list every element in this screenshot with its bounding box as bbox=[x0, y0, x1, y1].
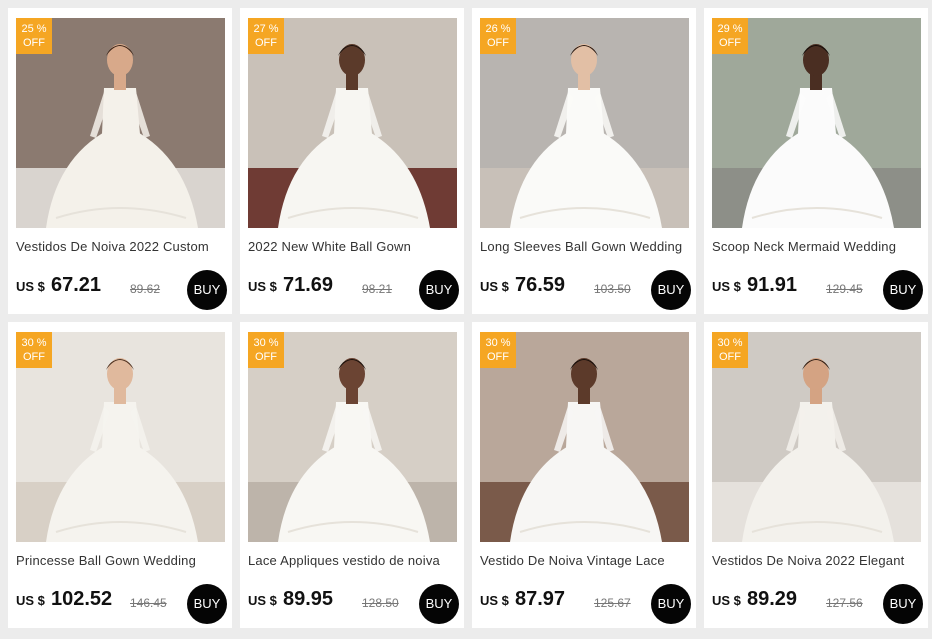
price-row: US $ 71.69 98.21 BUY bbox=[248, 270, 459, 310]
sale-price: 71.69 bbox=[283, 274, 334, 296]
product-title[interactable]: Long Sleeves Ball Gown Wedding bbox=[480, 239, 692, 254]
discount-badge: 30 % OFF bbox=[480, 332, 516, 368]
sale-price: 89.95 bbox=[283, 588, 334, 610]
price-row: US $ 102.52 146.45 BUY bbox=[16, 584, 227, 624]
discount-badge: 30 % OFF bbox=[712, 332, 748, 368]
price-row: US $ 91.91 129.45 BUY bbox=[712, 270, 923, 310]
discount-badge: 27 % OFF bbox=[248, 18, 284, 54]
discount-badge: 30 % OFF bbox=[16, 332, 52, 368]
product-grid: 25 % OFF Vestidos De Noiva 2022 Custom US $… bbox=[6, 6, 930, 636]
product-image[interactable]: 26 % OFF bbox=[480, 18, 689, 228]
discount-badge: 25 % OFF bbox=[16, 18, 52, 54]
original-price: 129.45 bbox=[826, 282, 863, 296]
buy-button[interactable]: BUY bbox=[651, 584, 691, 624]
buy-button[interactable]: BUY bbox=[883, 584, 923, 624]
buy-button[interactable]: BUY bbox=[419, 584, 459, 624]
discount-badge: 30 % OFF bbox=[248, 332, 284, 368]
sale-price: 89.29 bbox=[747, 588, 798, 610]
product-title[interactable]: Princesse Ball Gown Wedding bbox=[16, 553, 228, 568]
product-image[interactable]: 30 % OFF bbox=[248, 332, 457, 542]
product-card[interactable]: 30 % OFF Princesse Ball Gown Wedding US $ 10… bbox=[8, 322, 232, 628]
buy-button[interactable]: BUY bbox=[187, 584, 227, 624]
discount-percent: 30 % bbox=[717, 337, 743, 349]
product-card[interactable]: 29 % OFF Scoop Neck Mermaid Wedding US $ 91.… bbox=[704, 8, 928, 314]
original-price: 103.50 bbox=[594, 282, 631, 296]
sale-price: 91.91 bbox=[747, 274, 798, 296]
price-row: US $ 76.59 103.50 BUY bbox=[480, 270, 691, 310]
price-row: US $ 67.21 89.62 BUY bbox=[16, 270, 227, 310]
discount-badge: 26 % OFF bbox=[480, 18, 516, 54]
discount-percent: 25 % bbox=[21, 23, 47, 35]
product-card[interactable]: 30 % OFF Lace Appliques vestido de noiva US… bbox=[240, 322, 464, 628]
product-title[interactable]: Vestidos De Noiva 2022 Custom bbox=[16, 239, 228, 254]
buy-button[interactable]: BUY bbox=[883, 270, 923, 310]
price-row: US $ 89.95 128.50 BUY bbox=[248, 584, 459, 624]
product-image[interactable]: 27 % OFF bbox=[248, 18, 457, 228]
product-image[interactable]: 29 % OFF bbox=[712, 18, 921, 228]
product-image[interactable]: 30 % OFF bbox=[480, 332, 689, 542]
product-title[interactable]: Vestido De Noiva Vintage Lace bbox=[480, 553, 692, 568]
original-price: 146.45 bbox=[130, 596, 167, 610]
discount-percent: 30 % bbox=[485, 337, 511, 349]
sale-price: 102.52 bbox=[51, 588, 113, 610]
currency-label: US $ bbox=[712, 279, 741, 294]
discount-percent: 27 % bbox=[253, 23, 279, 35]
sale-price: 67.21 bbox=[51, 274, 102, 296]
discount-off-label: OFF bbox=[487, 351, 509, 363]
original-price: 98.21 bbox=[362, 282, 393, 296]
product-title[interactable]: Vestidos De Noiva 2022 Elegant bbox=[712, 553, 924, 568]
original-price: 127.56 bbox=[826, 596, 863, 610]
product-card[interactable]: 30 % OFF Vestidos De Noiva 2022 Elegant US … bbox=[704, 322, 928, 628]
currency-label: US $ bbox=[248, 593, 277, 608]
sale-price: 87.97 bbox=[515, 588, 566, 610]
product-image[interactable]: 30 % OFF bbox=[712, 332, 921, 542]
discount-off-label: OFF bbox=[23, 37, 45, 49]
price-row: US $ 87.97 125.67 BUY bbox=[480, 584, 691, 624]
discount-percent: 29 % bbox=[717, 23, 743, 35]
original-price: 125.67 bbox=[594, 596, 631, 610]
original-price: 128.50 bbox=[362, 596, 399, 610]
discount-off-label: OFF bbox=[255, 37, 277, 49]
product-title[interactable]: 2022 New White Ball Gown bbox=[248, 239, 460, 254]
discount-off-label: OFF bbox=[719, 351, 741, 363]
product-image[interactable]: 30 % OFF bbox=[16, 332, 225, 542]
currency-label: US $ bbox=[248, 279, 277, 294]
product-card[interactable]: 27 % OFF 2022 New White Ball Gown US $ 71.69… bbox=[240, 8, 464, 314]
discount-percent: 30 % bbox=[21, 337, 47, 349]
discount-off-label: OFF bbox=[255, 351, 277, 363]
discount-badge: 29 % OFF bbox=[712, 18, 748, 54]
discount-off-label: OFF bbox=[23, 351, 45, 363]
currency-label: US $ bbox=[480, 279, 509, 294]
product-card[interactable]: 26 % OFF Long Sleeves Ball Gown Wedding US … bbox=[472, 8, 696, 314]
currency-label: US $ bbox=[16, 279, 45, 294]
price-row: US $ 89.29 127.56 BUY bbox=[712, 584, 923, 624]
discount-off-label: OFF bbox=[719, 37, 741, 49]
product-title[interactable]: Scoop Neck Mermaid Wedding bbox=[712, 239, 924, 254]
sale-price: 76.59 bbox=[515, 274, 566, 296]
product-title[interactable]: Lace Appliques vestido de noiva bbox=[248, 553, 460, 568]
currency-label: US $ bbox=[16, 593, 45, 608]
currency-label: US $ bbox=[480, 593, 509, 608]
currency-label: US $ bbox=[712, 593, 741, 608]
product-card[interactable]: 30 % OFF Vestido De Noiva Vintage Lace US $… bbox=[472, 322, 696, 628]
discount-percent: 30 % bbox=[253, 337, 279, 349]
buy-button[interactable]: BUY bbox=[187, 270, 227, 310]
buy-button[interactable]: BUY bbox=[419, 270, 459, 310]
buy-button[interactable]: BUY bbox=[651, 270, 691, 310]
product-card[interactable]: 25 % OFF Vestidos De Noiva 2022 Custom US $… bbox=[8, 8, 232, 314]
original-price: 89.62 bbox=[130, 282, 161, 296]
discount-percent: 26 % bbox=[485, 23, 511, 35]
discount-off-label: OFF bbox=[487, 37, 509, 49]
product-image[interactable]: 25 % OFF bbox=[16, 18, 225, 228]
